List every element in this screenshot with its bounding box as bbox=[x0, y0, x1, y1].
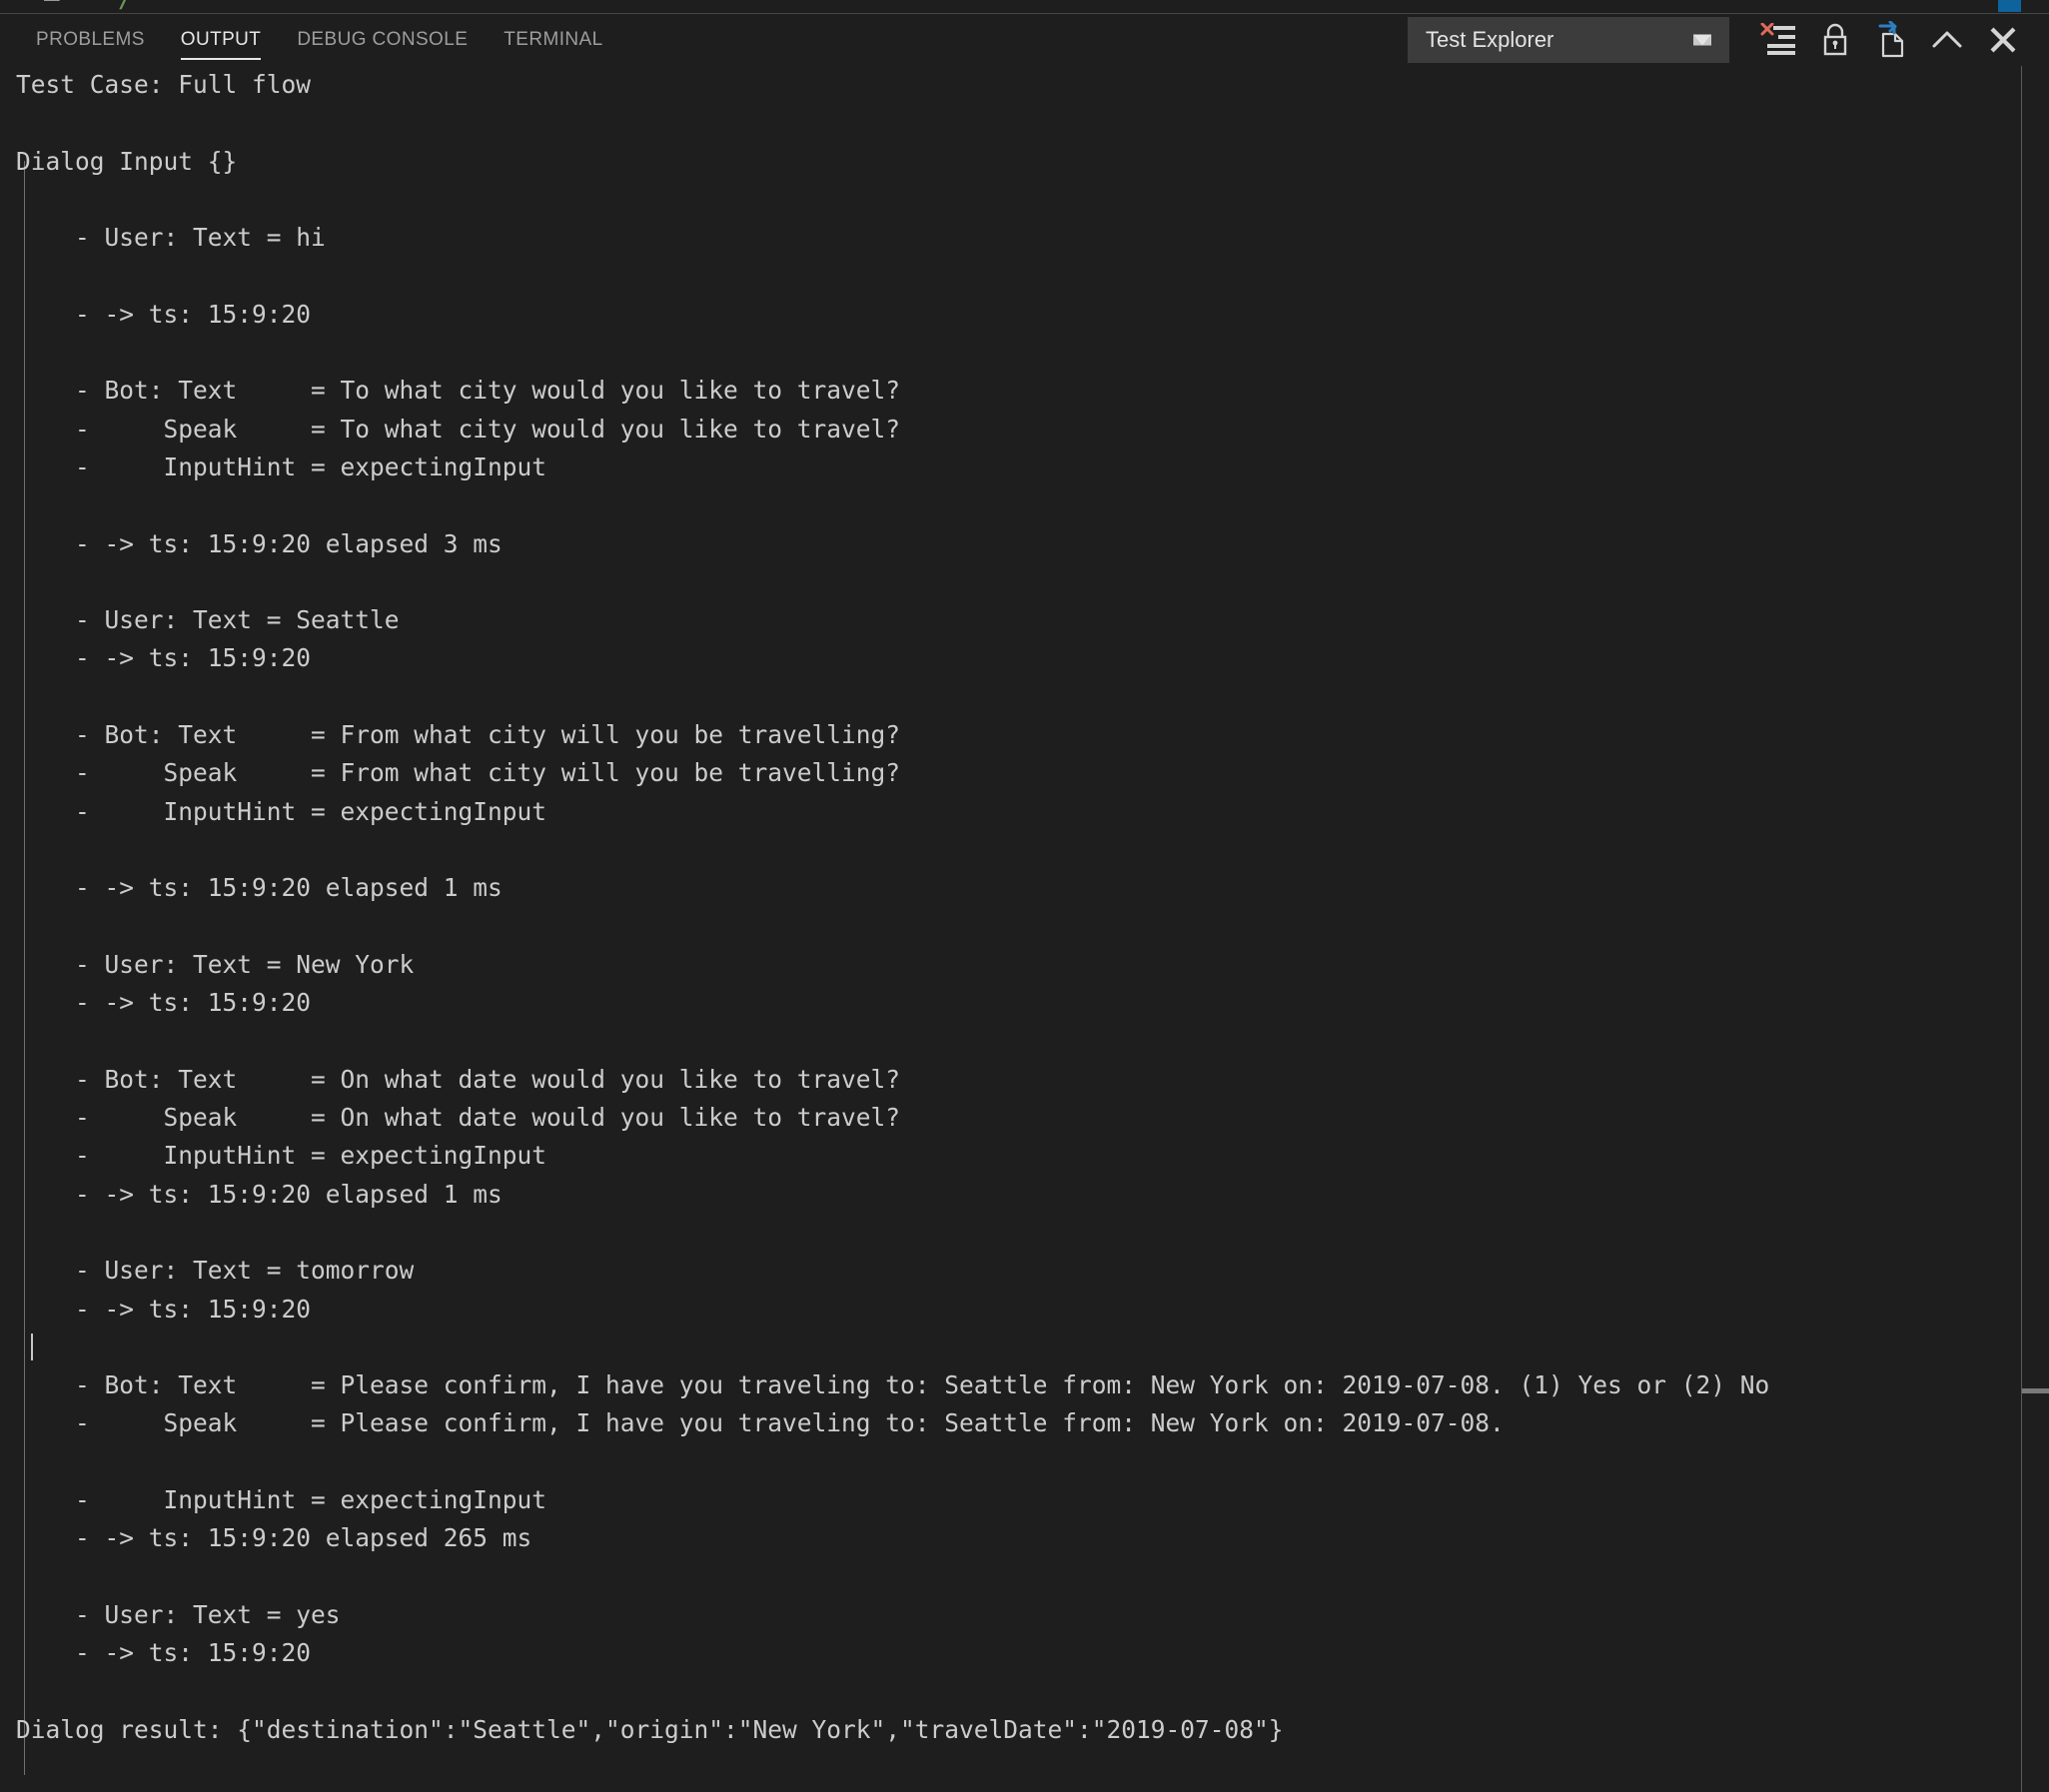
open-in-editor-button[interactable] bbox=[1863, 17, 1919, 63]
open-in-editor-icon bbox=[1878, 21, 1904, 58]
output-line: - -> ts: 15:9:20 elapsed 265 ms bbox=[16, 1523, 532, 1553]
output-line: - User: Text = yes bbox=[16, 1599, 341, 1629]
output-channel-value: Test Explorer bbox=[1426, 27, 1554, 52]
lock-scroll-button[interactable] bbox=[1807, 17, 1863, 63]
overview-ruler-cursor-mark bbox=[2022, 1388, 2049, 1393]
output-line: - Bot: Text = From what city will you be… bbox=[16, 720, 901, 750]
output-line: - -> ts: 15:9:20 elapsed 1 ms bbox=[16, 1179, 503, 1209]
editor-tab-accent bbox=[1998, 0, 2021, 12]
output-line: - -> ts: 15:9:20 bbox=[16, 299, 312, 329]
lock-icon bbox=[1823, 23, 1847, 56]
vscode-output-panel: — / PROBLEMS OUTPUT DEBUG CONSOLE TERMIN… bbox=[0, 0, 2049, 1792]
output-line: - -> ts: 15:9:20 bbox=[16, 1294, 312, 1324]
clear-output-icon bbox=[1760, 23, 1795, 55]
tab-output-label: OUTPUT bbox=[180, 29, 262, 50]
tab-terminal[interactable]: TERMINAL bbox=[486, 14, 620, 66]
output-line: - Bot: Text = On what date would you lik… bbox=[16, 1064, 901, 1094]
output-line: - Speak = From what city will you be tra… bbox=[16, 758, 901, 788]
output-line: - -> ts: 15:9:20 elapsed 3 ms bbox=[16, 528, 503, 558]
close-panel-button[interactable] bbox=[1975, 17, 2031, 63]
panel-tab-list: PROBLEMS OUTPUT DEBUG CONSOLE TERMINAL bbox=[18, 14, 621, 66]
editor-sliver-gray-text: — bbox=[44, 0, 60, 12]
output-line: - Speak = Please confirm, I have you tra… bbox=[16, 1408, 1505, 1438]
chevron-down-icon bbox=[1693, 34, 1711, 46]
tab-problems-label: PROBLEMS bbox=[36, 29, 145, 50]
editor-sliver: — / bbox=[0, 0, 2049, 13]
chevron-up-icon bbox=[1932, 31, 1962, 48]
output-line: Test Case: Full flow bbox=[16, 70, 312, 99]
output-content-area[interactable]: Test Case: Full flow Dialog Input {} - U… bbox=[0, 66, 2021, 1792]
tab-debug-console-label: DEBUG CONSOLE bbox=[297, 29, 469, 50]
output-line: - User: Text = Seattle bbox=[16, 605, 400, 635]
output-line: - User: Text = tomorrow bbox=[16, 1256, 415, 1286]
clear-output-button[interactable] bbox=[1751, 17, 1807, 63]
output-line: - InputHint = expectingInput bbox=[16, 451, 547, 481]
output-text: Test Case: Full flow Dialog Input {} - U… bbox=[0, 66, 1769, 1749]
close-icon bbox=[1990, 27, 2016, 53]
output-line: - InputHint = expectingInput bbox=[16, 1141, 547, 1171]
output-line: - Bot: Text = Please confirm, I have you… bbox=[16, 1370, 1770, 1400]
output-line: - User: Text = New York bbox=[16, 949, 415, 979]
output-line: - Speak = On what date would you like to… bbox=[16, 1103, 901, 1133]
output-line: Dialog result: {"destination":"Seattle",… bbox=[16, 1714, 1284, 1744]
output-line: - InputHint = expectingInput bbox=[16, 1484, 547, 1514]
text-cursor bbox=[30, 1333, 33, 1360]
tab-output[interactable]: OUTPUT bbox=[163, 14, 280, 66]
output-line: - -> ts: 15:9:20 bbox=[16, 1638, 312, 1668]
maximize-panel-button[interactable] bbox=[1919, 17, 1975, 63]
output-line: - -> ts: 15:9:20 elapsed 1 ms bbox=[16, 873, 503, 903]
output-line bbox=[0, 1329, 1769, 1366]
output-line: - Speak = To what city would you like to… bbox=[16, 414, 901, 444]
panel-header: PROBLEMS OUTPUT DEBUG CONSOLE TERMINAL T… bbox=[0, 14, 2049, 66]
tab-terminal-label: TERMINAL bbox=[504, 29, 603, 50]
output-line: - InputHint = expectingInput bbox=[16, 796, 547, 826]
output-line: Dialog Input {} bbox=[16, 146, 238, 176]
output-line: - User: Text = hi bbox=[16, 223, 326, 253]
tab-debug-console[interactable]: DEBUG CONSOLE bbox=[279, 14, 486, 66]
editor-sliver-green-text: / bbox=[118, 0, 134, 12]
output-line: - Bot: Text = To what city would you lik… bbox=[16, 376, 901, 406]
output-line: - -> ts: 15:9:20 bbox=[16, 988, 312, 1018]
output-line: - -> ts: 15:9:20 bbox=[16, 643, 312, 673]
overview-ruler[interactable] bbox=[2021, 66, 2049, 1792]
output-channel-select[interactable]: Test Explorer bbox=[1408, 17, 1729, 63]
panel-header-actions: Test Explorer bbox=[1408, 14, 2031, 66]
tab-problems[interactable]: PROBLEMS bbox=[18, 14, 163, 66]
